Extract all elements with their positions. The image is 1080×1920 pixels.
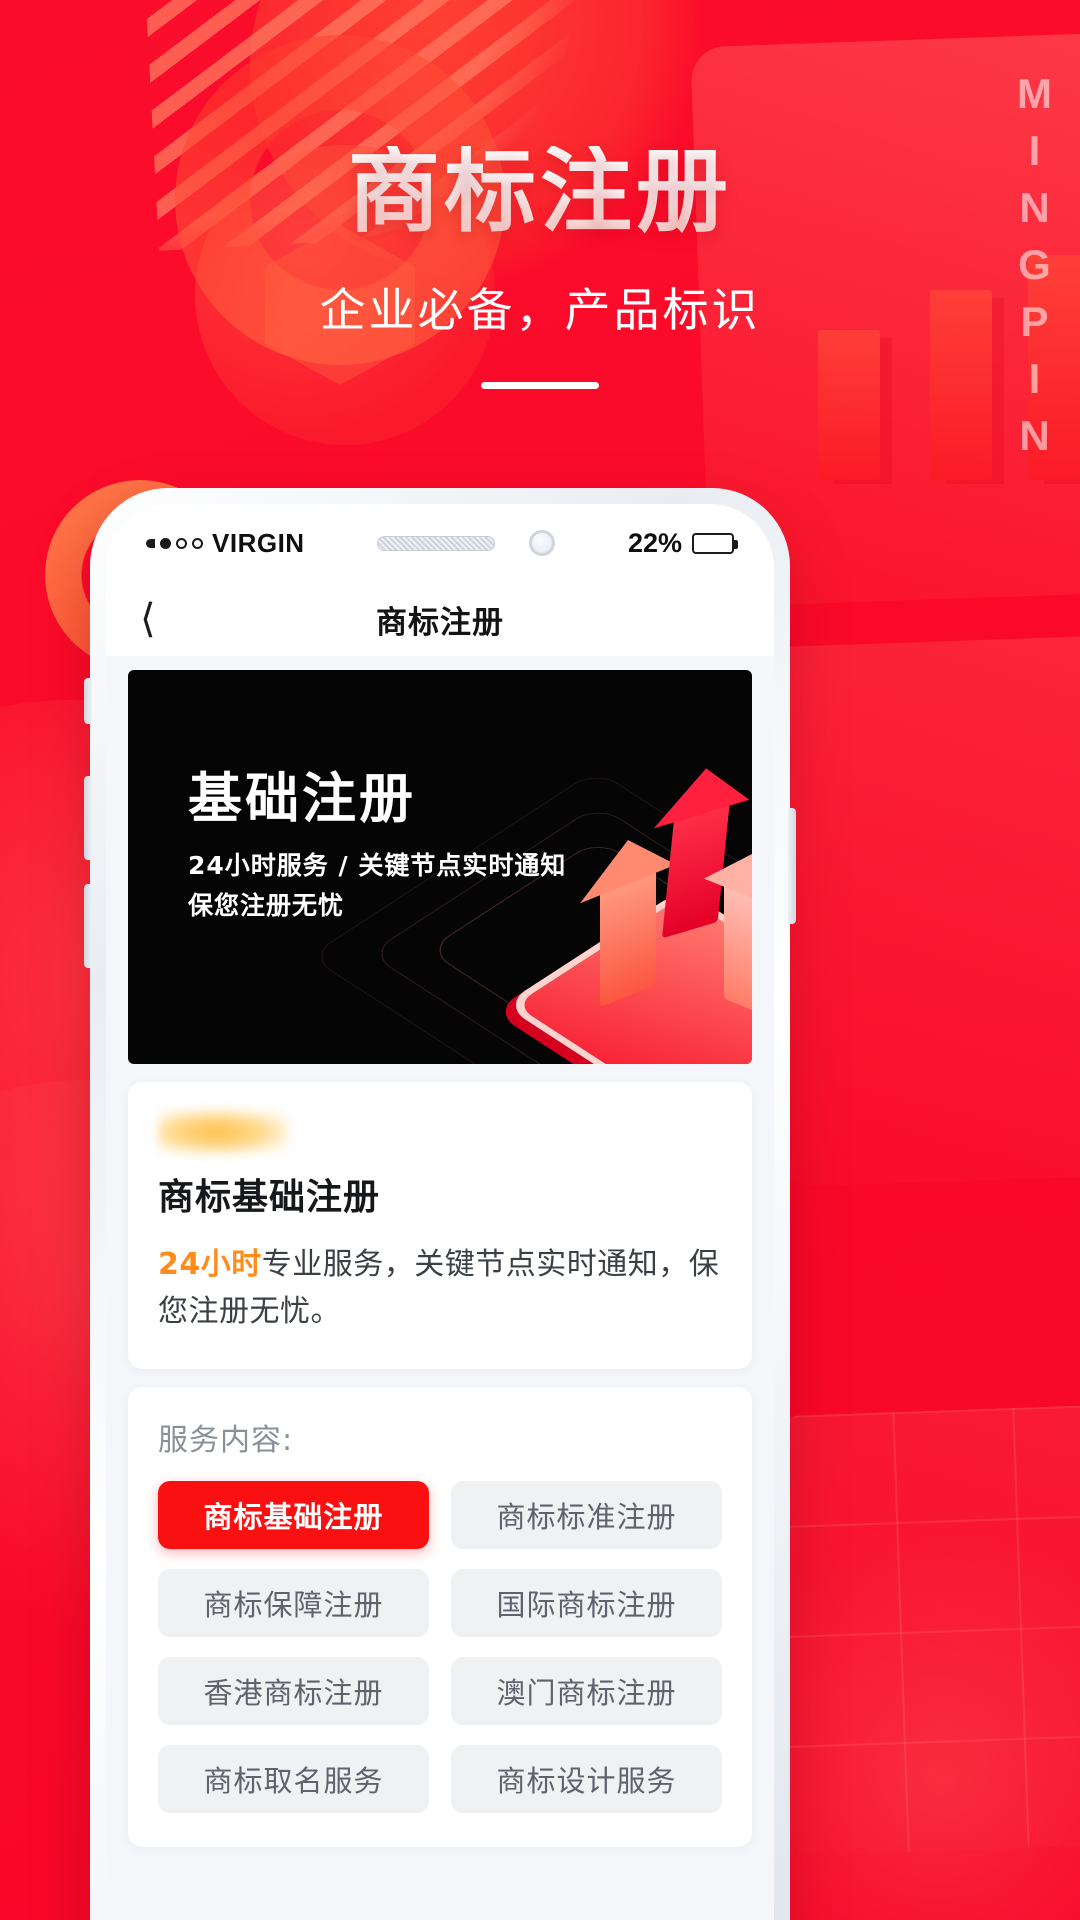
service-option-label: 商标取名服务 [203, 1764, 384, 1798]
phone-mute-switch [84, 678, 92, 724]
signal-dots-icon [146, 537, 203, 549]
phone-screen: VIRGIN 22% ⟨ 商标注册 基础注册 24小时服务 / 关键节点实时通知… [106, 504, 774, 1920]
service-option-label: 商标保障注册 [203, 1588, 384, 1622]
service-option-chip[interactable]: 商标设计服务 [451, 1745, 722, 1813]
status-bar-right: 22% [627, 527, 738, 559]
product-description: 24小时专业服务，关键节点实时通知，保您注册无忧。 [158, 1242, 722, 1335]
poster-subtitle: 企业必备，产品标识 [319, 283, 761, 337]
phone-power-button [788, 808, 796, 924]
front-camera-icon [529, 530, 556, 556]
speaker-grille-icon [377, 535, 496, 551]
battery-icon [692, 532, 738, 554]
service-option-chip[interactable]: 商标基础注册 [158, 1481, 429, 1549]
service-option-chip[interactable]: 澳门商标注册 [451, 1657, 722, 1725]
service-option-chip[interactable]: 商标取名服务 [158, 1745, 429, 1813]
brand-wordmark: MINGPIN [1011, 70, 1058, 469]
banner-line-1: 24小时服务 / 关键节点实时通知 [188, 851, 567, 880]
service-option-chip[interactable]: 商标保障注册 [158, 1569, 429, 1637]
decor-panel-right-lower [760, 632, 1080, 1188]
status-bar: VIRGIN 22% [106, 504, 774, 582]
service-option-label: 澳门商标注册 [496, 1676, 677, 1710]
service-option-label: 商标设计服务 [496, 1764, 677, 1798]
battery-percent-label: 22% [627, 527, 682, 558]
service-option-grid: 商标基础注册 商标标准注册商标保障注册 国际商标注册香港商标注册 澳门商标注册商标取名… [158, 1481, 722, 1813]
service-option-label: 商标基础注册 [203, 1500, 384, 1534]
poster-hero: 商标注册 企业必备，产品标识 [0, 0, 1080, 389]
poster-title: 商标注册 [0, 146, 1080, 238]
banner-line-2: 保您注册无忧 [188, 891, 345, 920]
status-bar-left: VIRGIN [146, 528, 305, 559]
phone-mockup: VIRGIN 22% ⟨ 商标注册 基础注册 24小时服务 / 关键节点实时通知… [84, 488, 796, 1920]
service-content-label: 服务内容: [158, 1423, 294, 1458]
phone-volume-down-button [84, 884, 92, 968]
service-option-label: 商标标准注册 [496, 1500, 677, 1534]
badge-placeholder [158, 1110, 288, 1154]
service-option-label: 国际商标注册 [496, 1588, 677, 1622]
promo-banner[interactable]: 基础注册 24小时服务 / 关键节点实时通知 保您注册无忧 [128, 670, 752, 1064]
service-option-chip[interactable]: 国际商标注册 [451, 1569, 722, 1637]
carrier-label: VIRGIN [212, 527, 305, 558]
product-card: 商标基础注册 24小时专业服务，关键节点实时通知，保您注册无忧。 [128, 1082, 752, 1369]
status-bar-center [377, 530, 556, 556]
service-option-chip[interactable]: 香港商标注册 [158, 1657, 429, 1725]
page-title: 商标注册 [376, 604, 504, 641]
description-highlight: 24小时 [158, 1247, 262, 1282]
service-content-card: 服务内容: 商标基础注册 商标标准注册商标保障注册 国际商标注册香港商标注册 澳门商标… [128, 1387, 752, 1847]
service-option-label: 香港商标注册 [203, 1676, 384, 1710]
app-nav-bar: ⟨ 商标注册 [106, 582, 774, 656]
isometric-arrows-box-icon [502, 799, 752, 1064]
service-option-chip[interactable]: 商标标准注册 [451, 1481, 722, 1549]
poster-divider [481, 382, 599, 389]
banner-title: 基础注册 [188, 767, 416, 830]
phone-volume-up-button [84, 776, 92, 860]
product-title: 商标基础注册 [158, 1177, 381, 1218]
